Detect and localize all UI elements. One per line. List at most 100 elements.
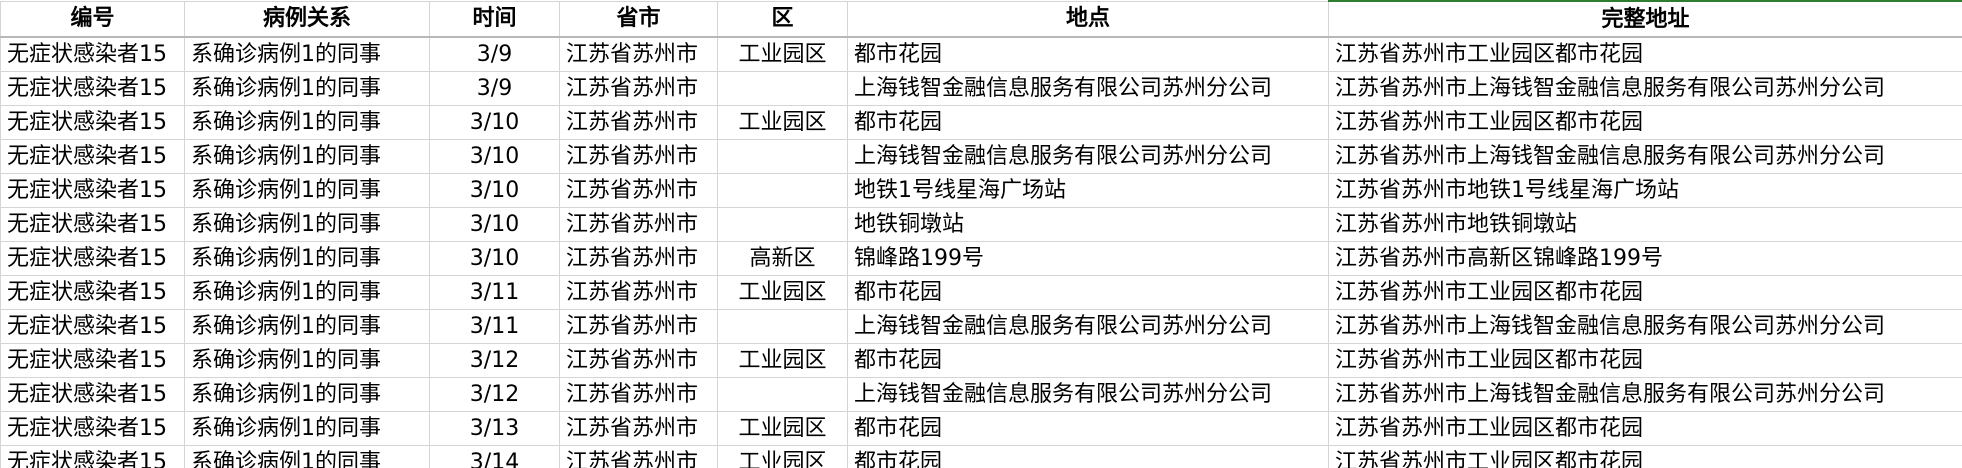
cell-district[interactable]: 工业园区 bbox=[717, 105, 848, 140]
cell-id[interactable]: 无症状感染者15 bbox=[0, 36, 185, 72]
cell-time[interactable]: 3/10 bbox=[429, 207, 560, 242]
cell-full-address[interactable]: 江苏省苏州市上海钱智金融信息服务有限公司苏州分公司 bbox=[1328, 377, 1962, 412]
header-cell-location[interactable]: 地点 bbox=[847, 0, 1329, 38]
cell-time[interactable]: 3/12 bbox=[429, 377, 560, 412]
cell-full-address[interactable]: 江苏省苏州市地铁铜墩站 bbox=[1328, 207, 1962, 242]
header-cell-province-city[interactable]: 省市 bbox=[559, 0, 718, 38]
cell-district[interactable] bbox=[717, 71, 848, 106]
cell-full-address[interactable]: 江苏省苏州市地铁1号线星海广场站 bbox=[1328, 173, 1962, 208]
cell-relation[interactable]: 系确诊病例1的同事 bbox=[184, 275, 430, 310]
cell-province-city[interactable]: 江苏省苏州市 bbox=[559, 36, 718, 72]
cell-relation[interactable]: 系确诊病例1的同事 bbox=[184, 309, 430, 344]
cell-id[interactable]: 无症状感染者15 bbox=[0, 173, 185, 208]
cell-id[interactable]: 无症状感染者15 bbox=[0, 71, 185, 106]
cell-district[interactable] bbox=[717, 173, 848, 208]
cell-id[interactable]: 无症状感染者15 bbox=[0, 343, 185, 378]
cell-location[interactable]: 都市花园 bbox=[847, 105, 1329, 140]
cell-province-city[interactable]: 江苏省苏州市 bbox=[559, 445, 718, 468]
header-cell-full-address[interactable]: 完整地址 bbox=[1328, 0, 1962, 38]
cell-district[interactable]: 工业园区 bbox=[717, 275, 848, 310]
cell-time[interactable]: 3/9 bbox=[429, 71, 560, 106]
cell-relation[interactable]: 系确诊病例1的同事 bbox=[184, 343, 430, 378]
cell-location[interactable]: 上海钱智金融信息服务有限公司苏州分公司 bbox=[847, 377, 1329, 412]
cell-location[interactable]: 都市花园 bbox=[847, 445, 1329, 468]
cell-time[interactable]: 3/14 bbox=[429, 445, 560, 468]
cell-district[interactable] bbox=[717, 309, 848, 344]
cell-full-address[interactable]: 江苏省苏州市工业园区都市花园 bbox=[1328, 343, 1962, 378]
cell-province-city[interactable]: 江苏省苏州市 bbox=[559, 71, 718, 106]
cell-relation[interactable]: 系确诊病例1的同事 bbox=[184, 173, 430, 208]
header-cell-id[interactable]: 编号 bbox=[0, 0, 185, 38]
cell-relation[interactable]: 系确诊病例1的同事 bbox=[184, 105, 430, 140]
cell-location[interactable]: 上海钱智金融信息服务有限公司苏州分公司 bbox=[847, 139, 1329, 174]
table-row: 无症状感染者15 系确诊病例1的同事 3/12 江苏省苏州市 上海钱智金融信息服务有限公… bbox=[0, 377, 1962, 412]
cell-province-city[interactable]: 江苏省苏州市 bbox=[559, 173, 718, 208]
cell-province-city[interactable]: 江苏省苏州市 bbox=[559, 275, 718, 310]
cell-district[interactable]: 工业园区 bbox=[717, 411, 848, 446]
cell-time[interactable]: 3/10 bbox=[429, 105, 560, 140]
cell-district[interactable] bbox=[717, 377, 848, 412]
cell-id[interactable]: 无症状感染者15 bbox=[0, 377, 185, 412]
cell-id[interactable]: 无症状感染者15 bbox=[0, 207, 185, 242]
cell-relation[interactable]: 系确诊病例1的同事 bbox=[184, 139, 430, 174]
cell-id[interactable]: 无症状感染者15 bbox=[0, 275, 185, 310]
cell-location[interactable]: 上海钱智金融信息服务有限公司苏州分公司 bbox=[847, 309, 1329, 344]
header-cell-relation[interactable]: 病例关系 bbox=[184, 0, 430, 38]
header-cell-time[interactable]: 时间 bbox=[429, 0, 560, 38]
cell-relation[interactable]: 系确诊病例1的同事 bbox=[184, 241, 430, 276]
cell-location[interactable]: 都市花园 bbox=[847, 411, 1329, 446]
cell-province-city[interactable]: 江苏省苏州市 bbox=[559, 139, 718, 174]
cell-id[interactable]: 无症状感染者15 bbox=[0, 309, 185, 344]
cell-full-address[interactable]: 江苏省苏州市工业园区都市花园 bbox=[1328, 275, 1962, 310]
cell-relation[interactable]: 系确诊病例1的同事 bbox=[184, 207, 430, 242]
cell-relation[interactable]: 系确诊病例1的同事 bbox=[184, 445, 430, 468]
cell-time[interactable]: 3/13 bbox=[429, 411, 560, 446]
cell-id[interactable]: 无症状感染者15 bbox=[0, 411, 185, 446]
cell-id[interactable]: 无症状感染者15 bbox=[0, 445, 185, 468]
cell-district[interactable]: 工业园区 bbox=[717, 36, 848, 72]
cell-province-city[interactable]: 江苏省苏州市 bbox=[559, 411, 718, 446]
cell-full-address[interactable]: 江苏省苏州市上海钱智金融信息服务有限公司苏州分公司 bbox=[1328, 71, 1962, 106]
cell-id[interactable]: 无症状感染者15 bbox=[0, 105, 185, 140]
cell-relation[interactable]: 系确诊病例1的同事 bbox=[184, 71, 430, 106]
cell-location[interactable]: 上海钱智金融信息服务有限公司苏州分公司 bbox=[847, 71, 1329, 106]
cell-full-address[interactable]: 江苏省苏州市上海钱智金融信息服务有限公司苏州分公司 bbox=[1328, 139, 1962, 174]
cell-time[interactable]: 3/11 bbox=[429, 309, 560, 344]
cell-full-address[interactable]: 江苏省苏州市工业园区都市花园 bbox=[1328, 445, 1962, 468]
cell-location[interactable]: 地铁铜墩站 bbox=[847, 207, 1329, 242]
cell-province-city[interactable]: 江苏省苏州市 bbox=[559, 105, 718, 140]
cell-id[interactable]: 无症状感染者15 bbox=[0, 241, 185, 276]
cell-full-address[interactable]: 江苏省苏州市工业园区都市花园 bbox=[1328, 36, 1962, 72]
cell-full-address[interactable]: 江苏省苏州市工业园区都市花园 bbox=[1328, 411, 1962, 446]
cell-relation[interactable]: 系确诊病例1的同事 bbox=[184, 377, 430, 412]
cell-location[interactable]: 都市花园 bbox=[847, 275, 1329, 310]
cell-time[interactable]: 3/12 bbox=[429, 343, 560, 378]
cell-full-address[interactable]: 江苏省苏州市上海钱智金融信息服务有限公司苏州分公司 bbox=[1328, 309, 1962, 344]
cell-province-city[interactable]: 江苏省苏州市 bbox=[559, 207, 718, 242]
cell-full-address[interactable]: 江苏省苏州市工业园区都市花园 bbox=[1328, 105, 1962, 140]
header-row: 编号 病例关系 时间 省市 区 地点 完整地址 bbox=[0, 0, 1962, 38]
cell-province-city[interactable]: 江苏省苏州市 bbox=[559, 343, 718, 378]
cell-relation[interactable]: 系确诊病例1的同事 bbox=[184, 411, 430, 446]
cell-province-city[interactable]: 江苏省苏州市 bbox=[559, 309, 718, 344]
cell-location[interactable]: 都市花园 bbox=[847, 343, 1329, 378]
cell-full-address[interactable]: 江苏省苏州市高新区锦峰路199号 bbox=[1328, 241, 1962, 276]
header-cell-district[interactable]: 区 bbox=[717, 0, 848, 38]
cell-location[interactable]: 锦峰路199号 bbox=[847, 241, 1329, 276]
cell-district[interactable] bbox=[717, 207, 848, 242]
cell-province-city[interactable]: 江苏省苏州市 bbox=[559, 241, 718, 276]
cell-relation[interactable]: 系确诊病例1的同事 bbox=[184, 36, 430, 72]
cell-time[interactable]: 3/11 bbox=[429, 275, 560, 310]
cell-time[interactable]: 3/10 bbox=[429, 173, 560, 208]
cell-time[interactable]: 3/10 bbox=[429, 241, 560, 276]
cell-district[interactable]: 工业园区 bbox=[717, 343, 848, 378]
cell-time[interactable]: 3/10 bbox=[429, 139, 560, 174]
cell-time[interactable]: 3/9 bbox=[429, 36, 560, 72]
cell-location[interactable]: 都市花园 bbox=[847, 36, 1329, 72]
cell-location[interactable]: 地铁1号线星海广场站 bbox=[847, 173, 1329, 208]
cell-district[interactable]: 工业园区 bbox=[717, 445, 848, 468]
cell-district[interactable]: 高新区 bbox=[717, 241, 848, 276]
cell-district[interactable] bbox=[717, 139, 848, 174]
cell-province-city[interactable]: 江苏省苏州市 bbox=[559, 377, 718, 412]
cell-id[interactable]: 无症状感染者15 bbox=[0, 139, 185, 174]
